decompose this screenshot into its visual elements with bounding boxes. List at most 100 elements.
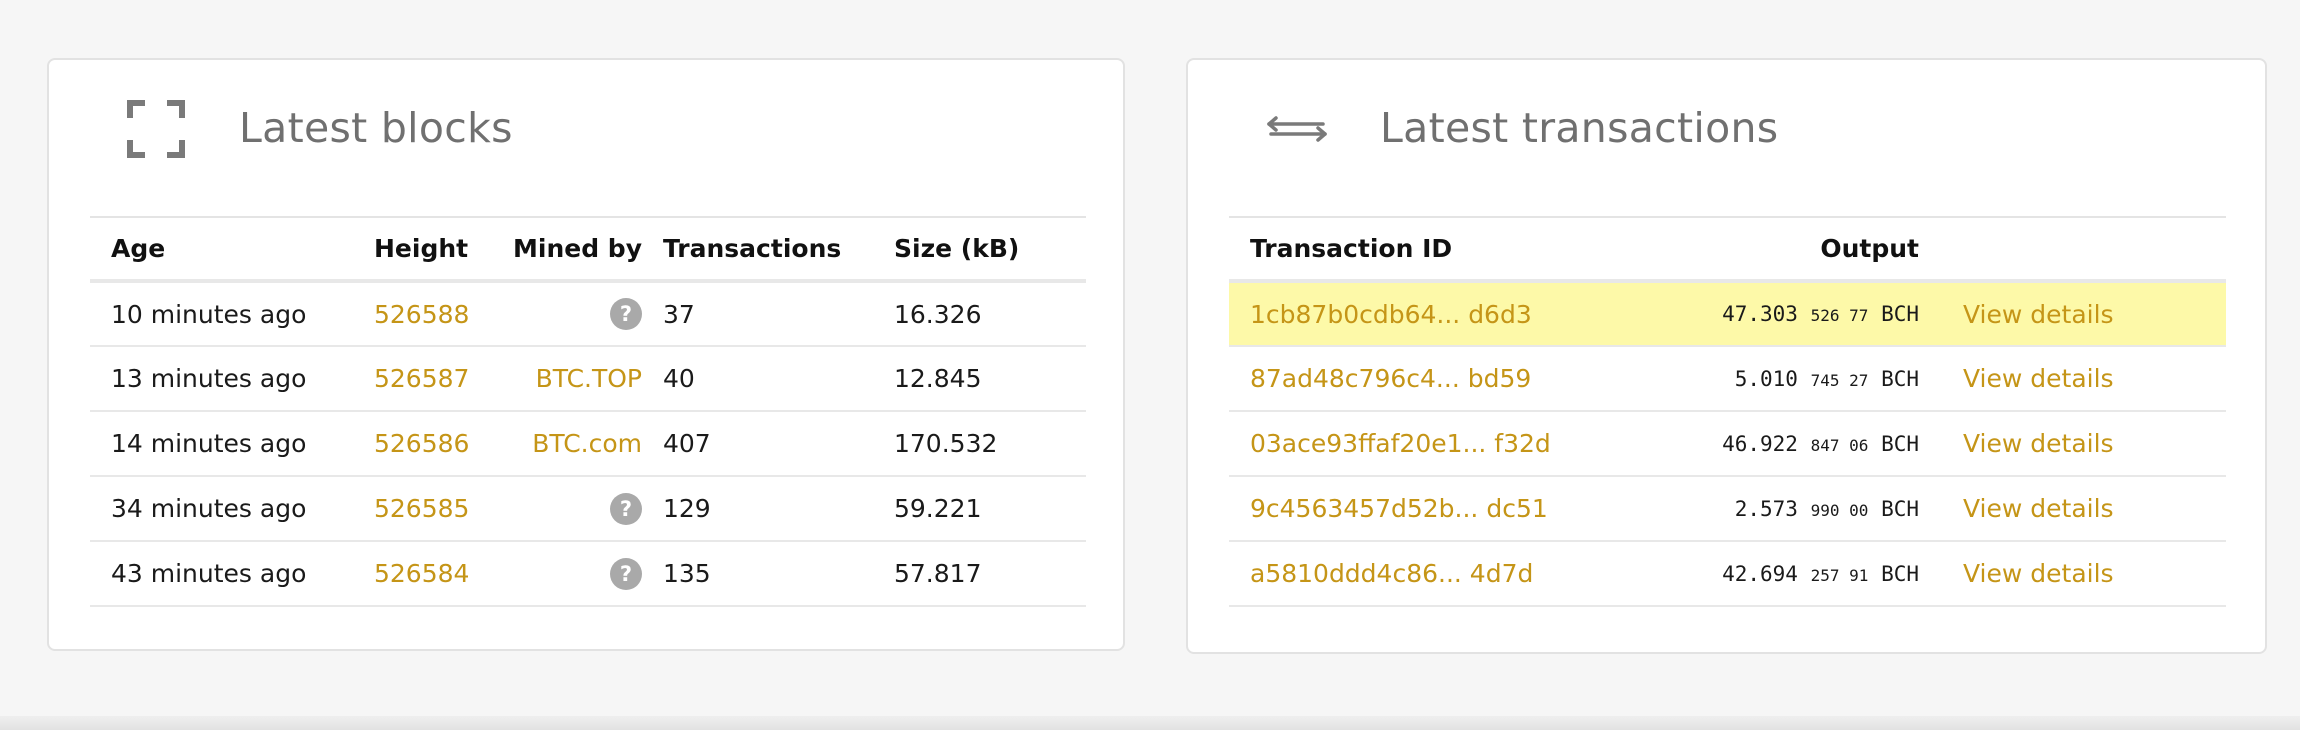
transaction-actions-cell: View details — [1919, 411, 2226, 477]
arrows-left-right-icon — [1266, 100, 1328, 158]
latest-transactions-panel: Latest transactions Transaction ID Outpu… — [1186, 58, 2267, 654]
block-transactions: 135 — [642, 541, 873, 607]
block-transactions: 129 — [642, 476, 873, 542]
unknown-miner-icon[interactable]: ? — [610, 298, 642, 330]
view-details-link[interactable]: View details — [1963, 559, 2114, 588]
output-unit: BCH — [1881, 302, 1919, 326]
transaction-actions-cell: View details — [1919, 476, 2226, 542]
view-details-link[interactable]: View details — [1963, 494, 2114, 523]
block-transactions: 40 — [642, 346, 873, 412]
table-row: 43 minutes ago 526584? 135 57.817 — [90, 541, 1086, 607]
transaction-id-link[interactable]: 87ad48c796c4... bd59 — [1250, 364, 1531, 393]
column-header-age[interactable]: Age — [90, 217, 353, 283]
block-height-cell: 526586 — [353, 411, 478, 477]
blocks-table: Age Height Mined by Transactions Size (k… — [90, 216, 1086, 607]
block-height-link[interactable]: 526585 — [374, 494, 469, 523]
output-unit: BCH — [1881, 496, 1919, 521]
output-amount-small: 990 00 — [1810, 500, 1869, 520]
block-miner-cell: ? — [478, 541, 642, 607]
expand-corners-icon — [127, 100, 185, 158]
transaction-output: 2.573 990 00 BCH — [1599, 476, 1919, 542]
transactions-panel-title: Latest transactions — [1380, 104, 1779, 152]
transaction-id-cell: 1cb87b0cdb64... d6d3 — [1229, 281, 1599, 347]
transaction-actions-cell: View details — [1919, 281, 2226, 347]
block-size: 57.817 — [873, 541, 1086, 607]
block-height-cell: 526588 — [353, 281, 478, 347]
block-size: 16.326 — [873, 281, 1086, 347]
block-size: 12.845 — [873, 346, 1086, 412]
output-unit: BCH — [1881, 366, 1919, 391]
block-height-cell: 526587 — [353, 346, 478, 412]
transaction-id-cell: 03ace93ffaf20e1... f32d — [1229, 411, 1599, 477]
output-amount-main: 5.010 — [1734, 366, 1798, 391]
output-unit: BCH — [1881, 431, 1919, 456]
output-amount-main: 42.694 — [1722, 561, 1798, 586]
transaction-output: 46.922 847 06 BCH — [1599, 411, 1919, 477]
table-row: 14 minutes ago 526586 BTC.com 407 170.532 — [90, 411, 1086, 477]
transaction-id-link[interactable]: 03ace93ffaf20e1... f32d — [1250, 429, 1551, 458]
view-details-link[interactable]: View details — [1963, 429, 2114, 458]
page-footer-edge — [0, 716, 2300, 730]
block-height-link[interactable]: 526588 — [374, 300, 469, 329]
output-amount-main: 2.573 — [1734, 496, 1798, 521]
blocks-panel-title: Latest blocks — [239, 104, 513, 152]
unknown-miner-icon[interactable]: ? — [610, 557, 642, 590]
block-miner-cell: ? — [478, 476, 642, 542]
blocks-table-header-row: Age Height Mined by Transactions Size (k… — [90, 217, 1086, 283]
output-amount-small: 526 77 — [1810, 306, 1869, 325]
column-header-actions — [1919, 217, 2226, 283]
miner-link[interactable]: BTC.TOP — [536, 364, 642, 393]
output-amount-small: 847 06 — [1810, 435, 1869, 455]
transaction-id-link[interactable]: a5810ddd4c86... 4d7d — [1250, 559, 1533, 588]
column-header-mined-by[interactable]: Mined by — [478, 217, 642, 283]
block-miner-cell: BTC.TOP — [478, 346, 642, 412]
block-height-link[interactable]: 526584 — [374, 559, 469, 588]
transaction-output: 42.694 257 91 BCH — [1599, 541, 1919, 607]
block-age: 34 minutes ago — [90, 476, 353, 542]
output-amount-small: 257 91 — [1810, 565, 1869, 585]
output-unit: BCH — [1881, 561, 1919, 586]
column-header-size[interactable]: Size (kB) — [873, 217, 1086, 283]
transaction-output: 47.303 526 77 BCH — [1599, 281, 1919, 347]
block-age: 14 minutes ago — [90, 411, 353, 477]
table-row: a5810ddd4c86... 4d7d 42.694 257 91 BCH Vie… — [1229, 541, 2226, 607]
block-age: 13 minutes ago — [90, 346, 353, 412]
table-row: 10 minutes ago 526588? 37 16.326 — [90, 281, 1086, 347]
column-header-transactions[interactable]: Transactions — [642, 217, 873, 283]
table-row: 03ace93ffaf20e1... f32d 46.922 847 06 BCH… — [1229, 411, 2226, 477]
block-height-cell: 526584 — [353, 541, 478, 607]
transaction-actions-cell: View details — [1919, 346, 2226, 412]
transaction-id-link[interactable]: 9c4563457d52b... dc51 — [1250, 494, 1548, 523]
block-miner-cell: ? — [478, 281, 642, 347]
miner-link[interactable]: BTC.com — [532, 429, 642, 458]
output-amount-small: 745 27 — [1810, 370, 1869, 390]
view-details-link[interactable]: View details — [1963, 364, 2114, 393]
block-transactions: 37 — [642, 281, 873, 347]
table-row: 87ad48c796c4... bd59 5.010 745 27 BCH View… — [1229, 346, 2226, 412]
transaction-id-cell: 87ad48c796c4... bd59 — [1229, 346, 1599, 412]
transaction-id-cell: a5810ddd4c86... 4d7d — [1229, 541, 1599, 607]
output-amount-main: 47.303 — [1722, 302, 1798, 326]
table-row: 1cb87b0cdb64... d6d3 47.303 526 77 BCH Vie… — [1229, 281, 2226, 347]
transactions-panel-header: Latest transactions — [1188, 60, 2265, 212]
block-size: 59.221 — [873, 476, 1086, 542]
block-height-link[interactable]: 526587 — [374, 364, 469, 393]
unknown-miner-icon[interactable]: ? — [610, 492, 642, 525]
block-size: 170.532 — [873, 411, 1086, 477]
transaction-id-link[interactable]: 1cb87b0cdb64... d6d3 — [1250, 300, 1532, 329]
block-height-cell: 526585 — [353, 476, 478, 542]
view-details-link[interactable]: View details — [1963, 300, 2114, 329]
transaction-output: 5.010 745 27 BCH — [1599, 346, 1919, 412]
column-header-transaction-id[interactable]: Transaction ID — [1229, 217, 1599, 283]
transactions-table: Transaction ID Output 1cb87b0cdb64... d6… — [1229, 216, 2226, 607]
block-miner-cell: BTC.com — [478, 411, 642, 477]
output-amount-main: 46.922 — [1722, 431, 1798, 456]
table-row: 13 minutes ago 526587 BTC.TOP 40 12.845 — [90, 346, 1086, 412]
column-header-height[interactable]: Height — [353, 217, 478, 283]
column-header-output[interactable]: Output — [1599, 217, 1919, 283]
block-age: 10 minutes ago — [90, 281, 353, 347]
transactions-table-header-row: Transaction ID Output — [1229, 217, 2226, 283]
transaction-actions-cell: View details — [1919, 541, 2226, 607]
transaction-id-cell: 9c4563457d52b... dc51 — [1229, 476, 1599, 542]
block-height-link[interactable]: 526586 — [374, 429, 469, 458]
